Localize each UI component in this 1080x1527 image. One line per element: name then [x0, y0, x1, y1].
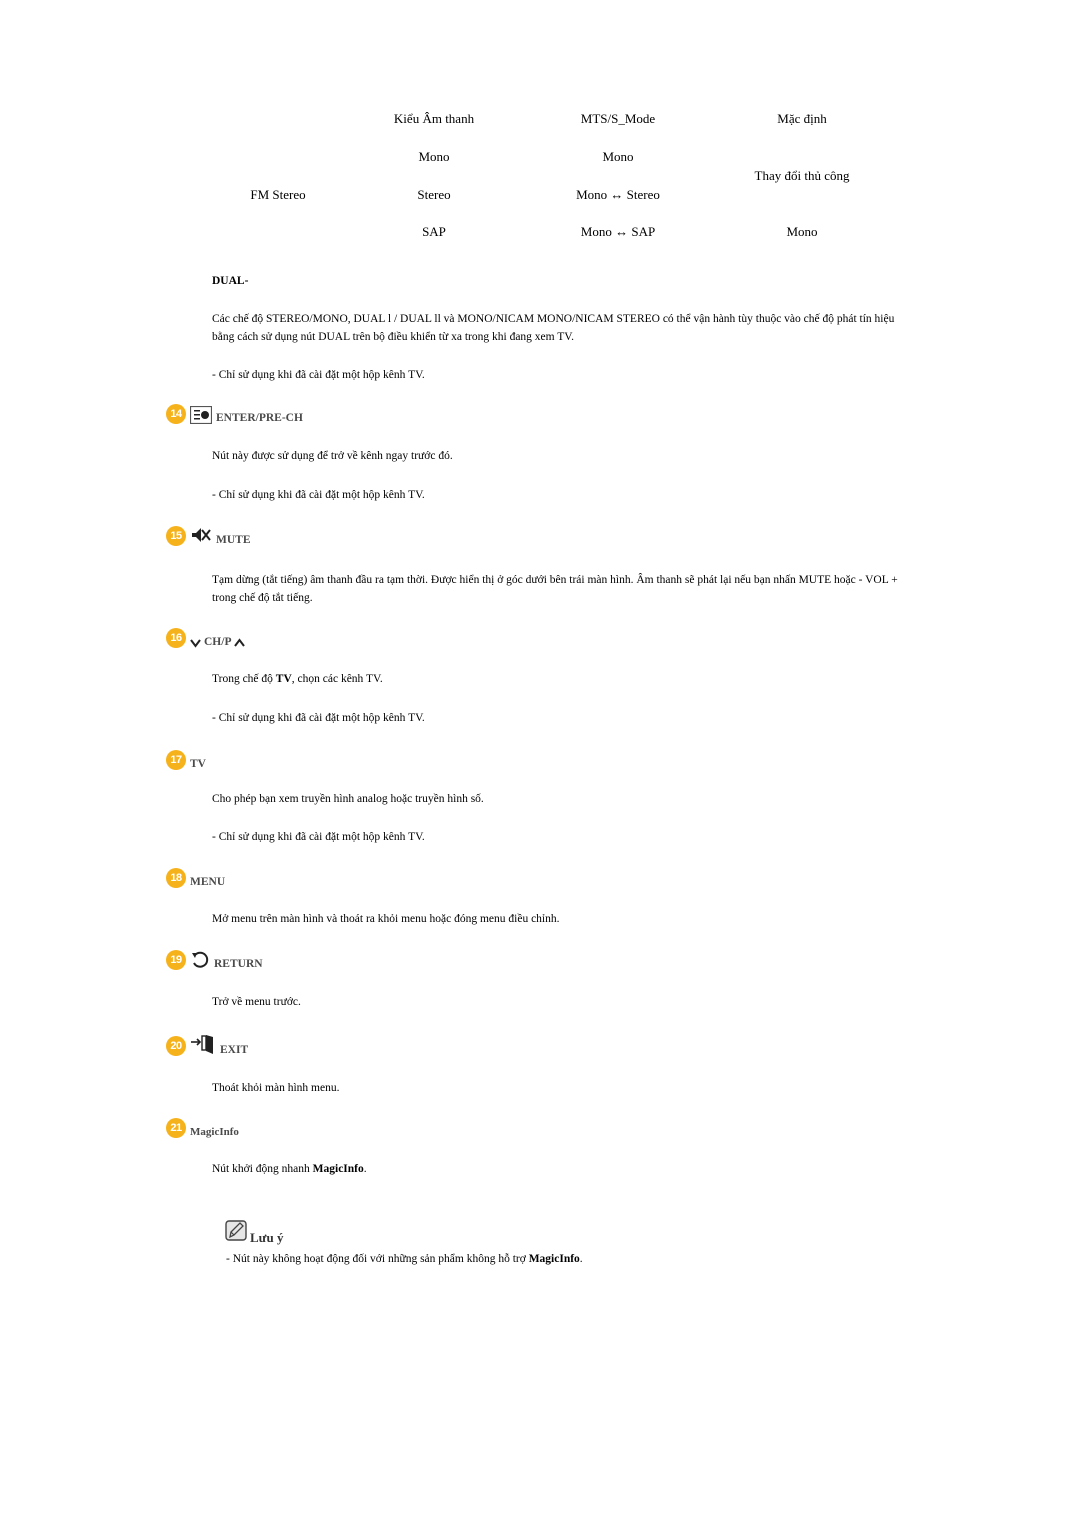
number-badge: 14 [166, 404, 186, 424]
section-return: 19 RETURN [166, 950, 263, 970]
section-magicinfo: 21 MagicInfo [166, 1118, 239, 1138]
section-text: Nút khởi động nhanh MagicInfo. [212, 1163, 367, 1175]
section-note: - Chỉ sử dụng khi đã cài đặt một hộp kên… [212, 712, 425, 724]
note-heading: Lưu ý [225, 1220, 283, 1246]
header-sound-type: Kiểu Âm thanh [393, 111, 475, 126]
cell-mode: Mono ↔ SAP [580, 224, 656, 239]
section-menu: 18 MENU [166, 868, 225, 888]
number-badge: 20 [166, 1036, 186, 1056]
cell-mode: Mono ↔ Stereo [576, 187, 660, 202]
header-mts-mode: MTS/S_Mode [580, 111, 656, 126]
number-badge: 18 [166, 868, 186, 888]
section-mute: 15 MUTE [166, 526, 251, 546]
number-badge: 21 [166, 1118, 186, 1138]
section-title: CH/P [204, 636, 232, 648]
section-title: EXIT [220, 1044, 249, 1056]
dual-description: Các chế độ STEREO/MONO, DUAL l / DUAL ll… [212, 313, 895, 343]
section-note: - Chỉ sử dụng khi đã cài đặt một hộp kên… [212, 489, 425, 501]
section-enter-pre-ch: 14 ENTER/PRE-CH [166, 404, 303, 424]
section-title: RETURN [214, 958, 263, 970]
section-exit: 20 EXIT [166, 1034, 248, 1056]
section-text: Cho phép bạn xem truyền hình analog hoặc… [212, 793, 484, 805]
cell-type: Stereo [417, 187, 451, 202]
section-note: - Chỉ sử dụng khi đã cài đặt một hộp kên… [212, 831, 425, 843]
number-badge: 15 [166, 526, 186, 546]
section-text: Mở menu trên màn hình và thoát ra khỏi m… [212, 913, 560, 925]
section-title: MUTE [216, 534, 251, 546]
section-text: Nút này được sử dụng để trở về kênh ngay… [212, 450, 453, 462]
cell-default: Mono [786, 224, 818, 239]
cell-mode: Mono [602, 149, 634, 164]
dual-title: DUAL- [212, 275, 249, 287]
section-text: Trong chế độ TV, chọn các kênh TV. [212, 673, 383, 685]
cell-type: Mono [418, 149, 450, 164]
note-pencil-icon [225, 1220, 247, 1246]
cell-type: SAP [422, 224, 446, 239]
section-title: MENU [190, 876, 226, 888]
section-text: Tạm dừng (tắt tiếng) âm thanh đầu ra tạm… [212, 574, 898, 604]
number-badge: 19 [166, 950, 186, 970]
section-text: Thoát khỏi màn hình menu. [212, 1082, 340, 1094]
section-tv: 17 TV [166, 750, 206, 770]
chevron-down-icon [190, 638, 201, 648]
number-badge: 16 [166, 628, 186, 648]
header-default: Mặc định [777, 111, 827, 126]
cell-default-merged: Thay đổi thủ công [754, 168, 850, 183]
dual-note: - Chỉ sử dụng khi đã cài đặt một hộp kên… [212, 369, 425, 381]
note-text: - Nút này không hoạt động đối với những … [226, 1253, 583, 1265]
note-label: Lưu ý [250, 1230, 284, 1245]
chevron-up-icon [234, 638, 246, 648]
section-ch-p: 16 CH/P [166, 628, 246, 648]
section-text: Trở về menu trước. [212, 996, 301, 1008]
mute-icon [190, 526, 212, 546]
section-title: ENTER/PRE-CH [216, 412, 303, 424]
section-title: MagicInfo [190, 1126, 239, 1138]
exit-icon [190, 1034, 216, 1056]
enter-pre-ch-icon [190, 406, 212, 424]
return-icon [190, 950, 210, 970]
row-group-label: FM Stereo [250, 187, 306, 202]
number-badge: 17 [166, 750, 186, 770]
section-title: TV [190, 758, 206, 770]
